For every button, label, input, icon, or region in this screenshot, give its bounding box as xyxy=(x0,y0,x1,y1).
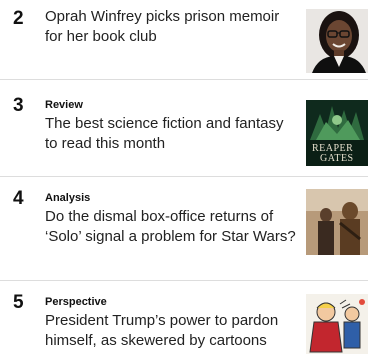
item-number: 5 xyxy=(13,292,24,313)
divider xyxy=(0,79,368,80)
item-number: 2 xyxy=(13,8,24,29)
book-cover-icon[interactable]: REAPER GATES xyxy=(306,100,368,166)
divider xyxy=(0,280,368,281)
political-cartoon-icon[interactable] xyxy=(306,294,368,354)
list-item[interactable]: 3 Review The best science fiction and fa… xyxy=(0,86,368,170)
article-headline-link[interactable]: The best science fiction and fantasy to … xyxy=(45,114,297,154)
article-label: Analysis xyxy=(45,192,91,204)
list-item[interactable]: 5 Perspective President Trump’s power to… xyxy=(0,284,368,362)
item-number: 3 xyxy=(13,95,24,116)
list-item[interactable]: 2 Oprah Winfrey picks prison memoir for … xyxy=(0,0,368,76)
most-read-list: 2 Oprah Winfrey picks prison memoir for … xyxy=(0,0,368,362)
article-headline-link[interactable]: Oprah Winfrey picks prison memoir for he… xyxy=(45,7,297,47)
list-item[interactable]: 4 Analysis Do the dismal box-office retu… xyxy=(0,180,368,278)
item-number: 4 xyxy=(13,188,24,209)
article-headline-link[interactable]: Do the dismal box-office returns of ‘Sol… xyxy=(45,207,297,247)
article-label: Review xyxy=(45,99,83,111)
book-cover-title-line2: GATES xyxy=(320,153,354,164)
article-headline-link[interactable]: President Trump’s power to pardon himsel… xyxy=(45,311,297,351)
article-label: Perspective xyxy=(45,296,107,308)
solo-movie-still-icon[interactable] xyxy=(306,189,368,255)
oprah-photo-icon[interactable] xyxy=(306,9,368,73)
divider xyxy=(0,176,368,177)
